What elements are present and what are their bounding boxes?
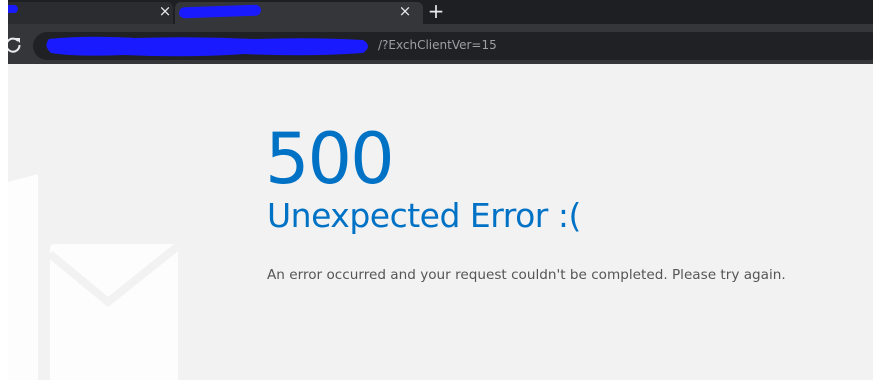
tab-title-redaction [178, 4, 262, 19]
tab-strip: × × + [8, 0, 873, 24]
address-url-text: /?ExchClientVer=15 [378, 38, 497, 52]
browser-window: × × + /?ExchClientVer=15 500 Unexpected … [8, 0, 873, 380]
error-message: An error occurred and your request could… [267, 267, 786, 283]
reload-icon[interactable] [8, 34, 24, 56]
outlook-mail-logo-icon [8, 174, 181, 380]
close-tab-icon[interactable]: × [397, 3, 413, 19]
browser-toolbar: /?ExchClientVer=15 [8, 24, 873, 64]
error-page: 500 Unexpected Error :( An error occurre… [8, 64, 873, 380]
close-tab-icon[interactable]: × [157, 3, 173, 19]
tab-title-redaction [8, 5, 18, 13]
new-tab-plus-icon[interactable]: + [426, 1, 446, 21]
error-code: 500 [265, 118, 395, 200]
browser-tab-1[interactable]: × [8, 2, 173, 24]
url-redaction [46, 36, 369, 57]
error-title: Unexpected Error :( [267, 196, 581, 235]
address-bar[interactable]: /?ExchClientVer=15 [33, 32, 873, 60]
browser-tab-2-active[interactable]: × [175, 2, 423, 24]
